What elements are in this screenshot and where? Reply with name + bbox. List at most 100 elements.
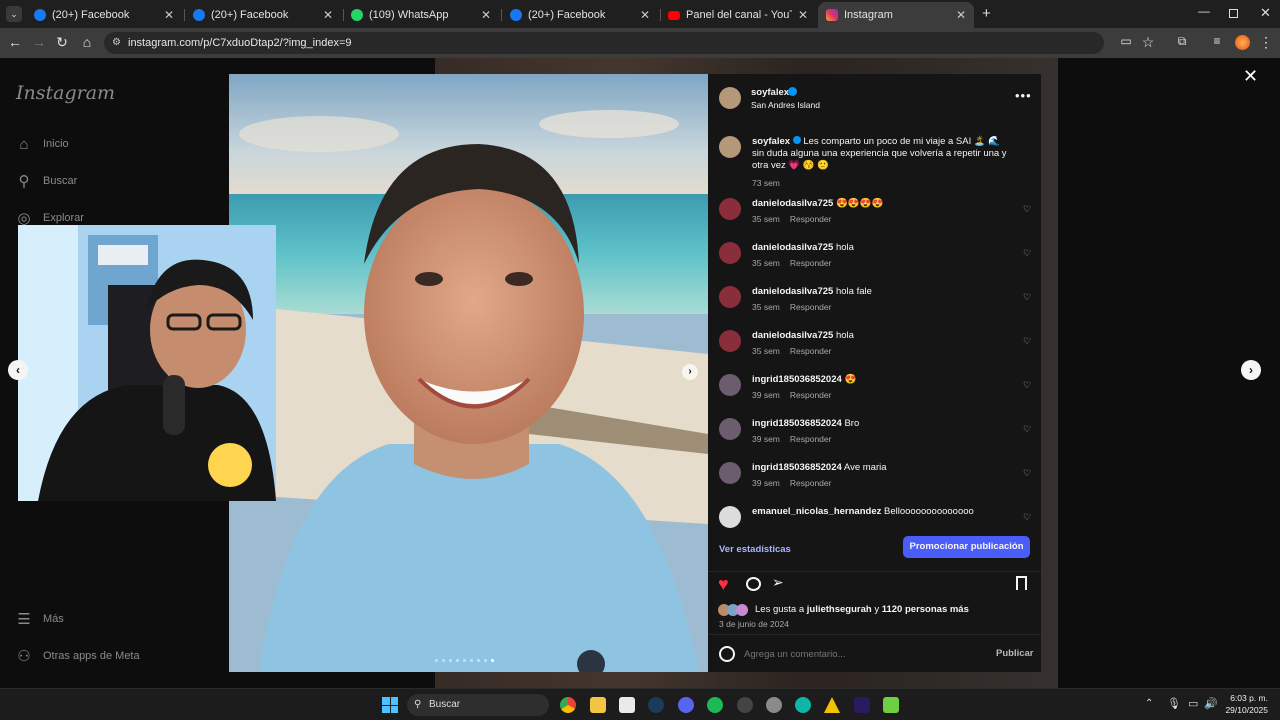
comment-username[interactable]: danielodasilva725	[752, 242, 833, 253]
close-icon[interactable]: ✕	[481, 8, 491, 22]
post-date[interactable]: 3 de junio de 2024	[719, 619, 789, 629]
new-tab-button[interactable]: +	[982, 5, 991, 22]
tab-youtube-studio[interactable]: Panel del canal - YouTube Studi ✕	[660, 4, 816, 26]
premiere-icon[interactable]	[854, 697, 870, 713]
reply-button[interactable]: Responder	[790, 258, 832, 268]
share-icon[interactable]: ➢	[772, 574, 784, 591]
volume-icon[interactable]: 🔊	[1204, 697, 1218, 710]
close-icon[interactable]: ✕	[640, 8, 650, 22]
nav-item-mas[interactable]: ☰ Más	[16, 611, 64, 628]
reload-icon[interactable]: ↻	[53, 34, 71, 51]
comment-username[interactable]: danielodasilva725	[752, 330, 833, 341]
windows-start-icon[interactable]	[382, 697, 398, 713]
comment-username[interactable]: danielodasilva725	[752, 286, 833, 297]
restore-button[interactable]	[1229, 9, 1238, 18]
tab-facebook-3[interactable]: (20+) Facebook ✕	[502, 4, 658, 26]
comment-username[interactable]: emanuel_nicolas_hernandez	[752, 506, 881, 517]
nav-item-otras-apps[interactable]: ⚇ Otras apps de Meta	[16, 648, 139, 665]
home-icon[interactable]: ⌂	[78, 34, 96, 50]
reply-button[interactable]: Responder	[790, 302, 832, 312]
close-post-icon[interactable]: ✕	[1243, 66, 1258, 87]
commenter-avatar[interactable]	[719, 462, 741, 484]
comment-like-icon[interactable]: ♡	[1023, 380, 1031, 391]
tab-facebook-2[interactable]: (20+) Facebook ✕	[185, 4, 341, 26]
forward-arrow-icon[interactable]: →	[30, 34, 48, 50]
nav-item-inicio[interactable]: ⌂ Inicio	[16, 136, 68, 153]
settings-gear-icon[interactable]	[766, 697, 782, 713]
close-window-button[interactable]: ✕	[1260, 5, 1271, 21]
network-icon[interactable]: ▭	[1188, 697, 1198, 710]
reply-button[interactable]: Responder	[790, 478, 832, 488]
like-heart-icon[interactable]: ♥	[718, 574, 729, 595]
clock-time[interactable]: 6:03 p. m.	[1222, 693, 1268, 703]
steam-icon[interactable]	[648, 697, 664, 713]
chrome-icon[interactable]	[560, 697, 576, 713]
comment-like-icon[interactable]: ♡	[1023, 336, 1031, 347]
comment-like-icon[interactable]: ♡	[1023, 204, 1031, 215]
more-options-icon[interactable]: •••	[1015, 88, 1032, 103]
caption-username[interactable]: soyfalex	[752, 136, 790, 147]
comment-like-icon[interactable]: ♡	[1023, 292, 1031, 303]
microphone-icon[interactable]: 🎙	[1167, 697, 1181, 710]
reply-button[interactable]: Responder	[790, 346, 832, 356]
close-icon[interactable]: ✕	[956, 8, 966, 22]
clock-date[interactable]: 29/10/2025	[1218, 705, 1268, 715]
close-icon[interactable]: ✕	[164, 8, 174, 22]
comment-input[interactable]	[744, 645, 984, 663]
nav-item-explorar[interactable]: ◎ Explorar	[16, 210, 84, 227]
commenter-avatar[interactable]	[719, 242, 741, 264]
save-bookmark-icon[interactable]	[1016, 576, 1027, 590]
comment-like-icon[interactable]: ♡	[1023, 512, 1031, 523]
site-info-icon[interactable]: ⚙	[112, 32, 121, 54]
comment-like-icon[interactable]: ♡	[1023, 248, 1031, 259]
comment-username[interactable]: ingrid185036852024	[752, 462, 842, 473]
spotify-icon[interactable]	[707, 697, 723, 713]
comment-username[interactable]: ingrid185036852024	[752, 418, 842, 429]
file-explorer-icon[interactable]	[590, 697, 606, 713]
tab-instagram[interactable]: Instagram ✕	[818, 2, 974, 28]
tab-list-menu-button[interactable]: ⌄	[6, 6, 22, 22]
commenter-avatar[interactable]	[719, 506, 741, 528]
taskbar-search-box[interactable]: ⚲ Buscar	[407, 694, 549, 716]
reply-button[interactable]: Responder	[790, 390, 832, 400]
post-location[interactable]: San Andres Island	[751, 100, 820, 110]
reply-button[interactable]: Responder	[790, 214, 832, 224]
carousel-next-button[interactable]: ›	[682, 364, 698, 380]
comment-username[interactable]: ingrid185036852024	[752, 374, 842, 385]
store-icon[interactable]	[619, 697, 635, 713]
nav-item-buscar[interactable]: ⚲ Buscar	[16, 173, 78, 190]
commenter-avatar[interactable]	[719, 198, 741, 220]
commenter-avatar[interactable]	[719, 286, 741, 308]
author-username[interactable]: soyfalex	[751, 87, 789, 98]
discord-icon[interactable]	[678, 697, 694, 713]
close-icon[interactable]: ✕	[323, 8, 333, 22]
app-icon[interactable]	[737, 697, 753, 713]
promote-post-button[interactable]: Promocionar publicación	[903, 536, 1030, 558]
comment-icon[interactable]	[746, 577, 761, 591]
minimize-button[interactable]: —	[1198, 4, 1210, 18]
back-arrow-icon[interactable]: ←	[6, 34, 24, 50]
view-insights-link[interactable]: Ver estadísticas	[719, 544, 791, 555]
media-controls-icon[interactable]: ≡	[1208, 34, 1226, 48]
extensions-icon[interactable]: ⧉	[1173, 34, 1191, 49]
edge-icon[interactable]	[795, 697, 811, 713]
reply-button[interactable]: Responder	[790, 434, 832, 444]
previous-post-button[interactable]: ‹	[8, 360, 28, 380]
comment-username[interactable]: danielodasilva725	[752, 198, 833, 209]
install-app-icon[interactable]: ▭	[1117, 34, 1135, 48]
chevron-up-icon[interactable]: ⌃	[1145, 698, 1153, 709]
author-avatar[interactable]	[719, 87, 741, 109]
next-post-button[interactable]: ›	[1241, 360, 1261, 380]
address-bar[interactable]: ⚙ instagram.com/p/C7xduoDtap2/?img_index…	[104, 32, 1104, 54]
app-green-icon[interactable]	[883, 697, 899, 713]
post-image[interactable]: ›	[229, 74, 708, 672]
comment-like-icon[interactable]: ♡	[1023, 468, 1031, 479]
likes-summary[interactable]: Les gusta a juliethsegurah y 1120 person…	[755, 604, 969, 615]
emoji-picker-icon[interactable]	[719, 646, 735, 662]
bookmark-star-icon[interactable]: ☆	[1139, 34, 1157, 51]
tab-whatsapp[interactable]: (109) WhatsApp ✕	[343, 4, 499, 26]
commenter-avatar[interactable]	[719, 330, 741, 352]
instagram-logo[interactable]: Instagram	[16, 82, 115, 104]
close-icon[interactable]: ✕	[798, 8, 808, 22]
comment-like-icon[interactable]: ♡	[1023, 424, 1031, 435]
